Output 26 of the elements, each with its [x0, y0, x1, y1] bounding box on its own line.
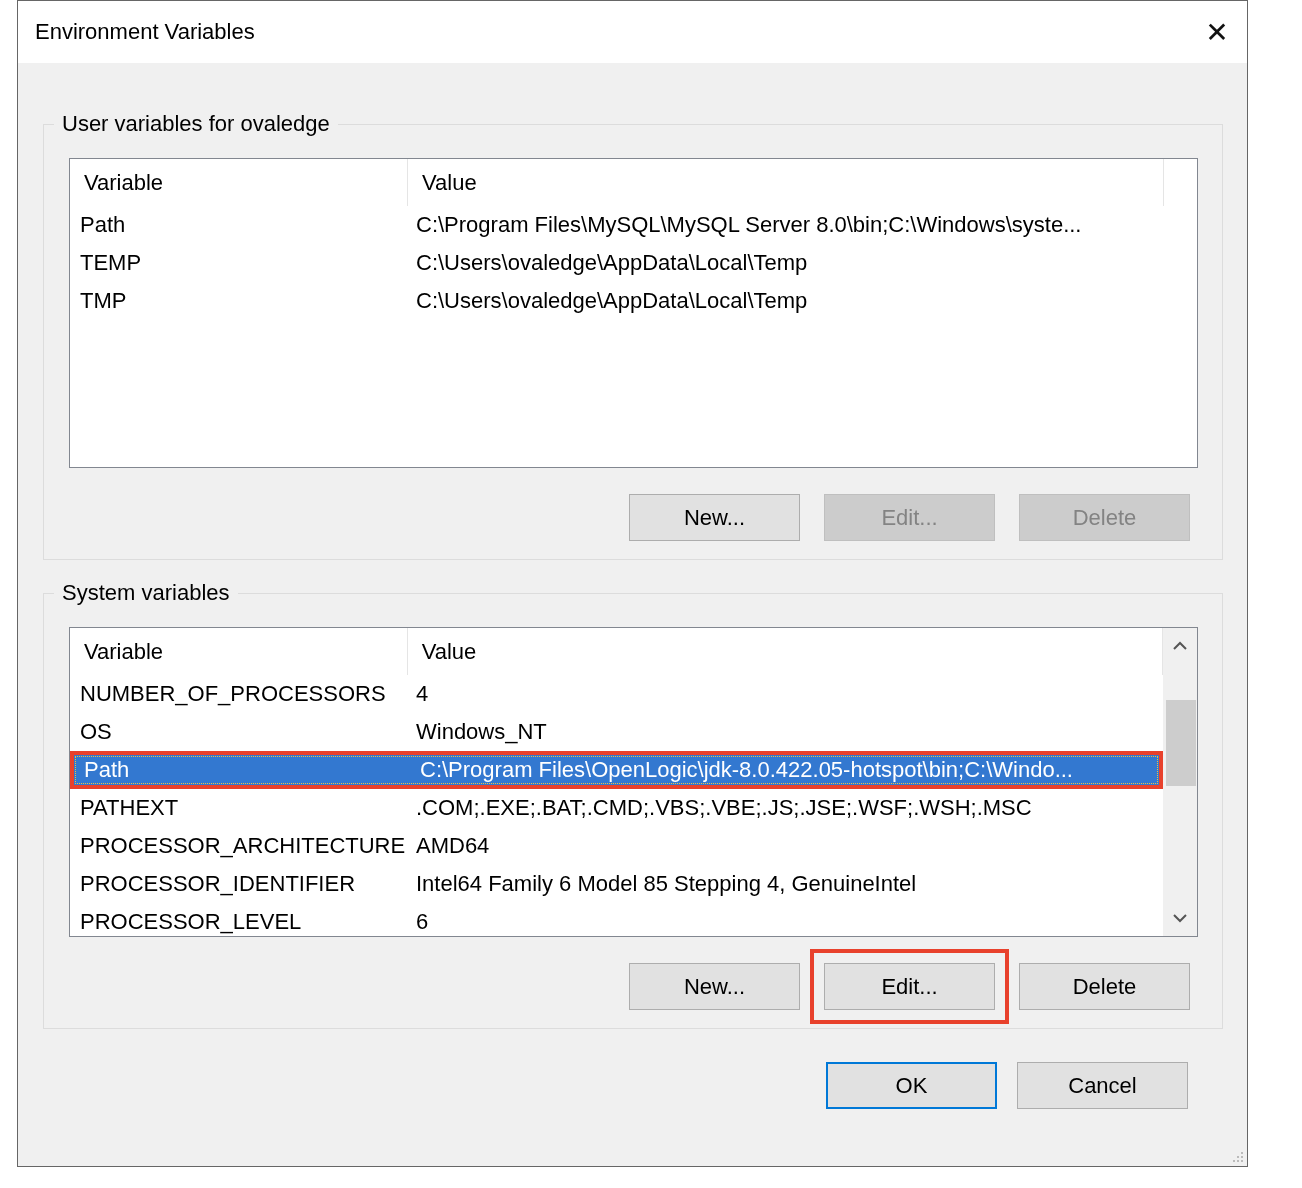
resize-grip-icon[interactable]: [1231, 1150, 1245, 1164]
scrollbar[interactable]: [1163, 628, 1197, 936]
dialog-button[interactable]: Delete: [1019, 963, 1190, 1010]
variable-row[interactable]: NUMBER_OF_PROCESSORS 4: [70, 675, 1163, 713]
dialog-button[interactable]: Edit...: [824, 963, 995, 1010]
dialog-button[interactable]: Cancel: [1017, 1062, 1188, 1109]
variable-row[interactable]: Path C:\Program Files\OpenLogic\jdk-8.0.422.05-hotspot\bin;C:\Windo...: [74, 755, 1159, 785]
variable-row[interactable]: TEMP C:\Users\ovaledge\AppData\Local\Temp: [70, 244, 1197, 282]
dialog-button[interactable]: OK: [826, 1062, 997, 1109]
scrollbar-thumb[interactable]: [1166, 700, 1196, 786]
scroll-down-icon[interactable]: [1172, 912, 1188, 924]
variable-row[interactable]: OS Windows_NT: [70, 713, 1163, 751]
variable-row[interactable]: PROCESSOR_IDENTIFIER Intel64 Family 6 Model 85 Stepping 4, GenuineIntel: [70, 865, 1163, 903]
scroll-up-icon[interactable]: [1172, 640, 1188, 652]
variable-row[interactable]: PATHEXT .COM;.EXE;.BAT;.CMD;.VBS;.VBE;.JS;.JSE;.WSF;.WSH;.MSC: [70, 789, 1163, 827]
dialog-button[interactable]: New...: [629, 494, 800, 541]
variable-row[interactable]: Path C:\Program Files\MySQL\MySQL Server 8.0\bin;C:\Windows\syste...: [70, 206, 1197, 244]
column-header[interactable]: Value: [408, 159, 1164, 206]
variable-row[interactable]: PROCESSOR_ARCHITECTURE AMD64: [70, 827, 1163, 865]
column-header[interactable]: Variable: [70, 628, 408, 675]
column-header[interactable]: Variable: [70, 159, 408, 206]
close-button[interactable]: ✕: [1187, 2, 1247, 62]
variable-row[interactable]: TMP C:\Users\ovaledge\AppData\Local\Temp: [70, 282, 1197, 320]
variable-row[interactable]: PROCESSOR_LEVEL 6: [70, 903, 1163, 936]
window-title: Environment Variables: [35, 19, 255, 45]
dialog-button[interactable]: New...: [629, 963, 800, 1010]
